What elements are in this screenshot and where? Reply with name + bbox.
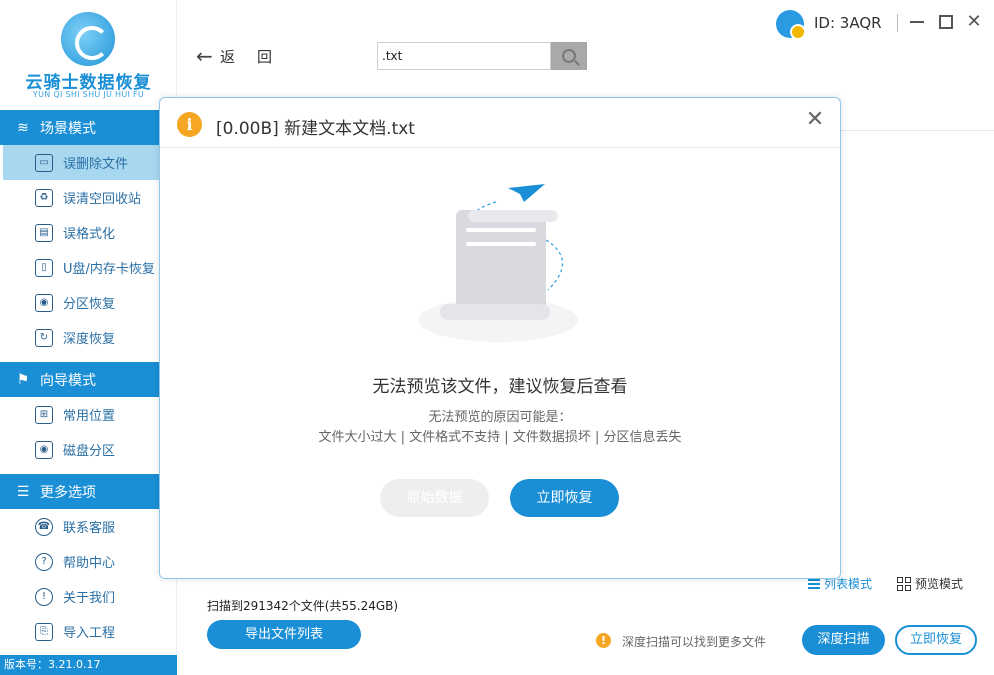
view-preview-toggle[interactable]: 预览模式	[897, 575, 963, 592]
help-icon: ?	[35, 552, 53, 571]
sidebar-item-label: 误格式化	[63, 227, 116, 242]
usb-drive-icon: ▯	[35, 258, 53, 277]
close-icon: ✕	[805, 107, 825, 132]
format-icon: ▤	[35, 223, 53, 242]
sidebar-item-format[interactable]: ▤ 误格式化	[3, 215, 177, 250]
import-icon: ⎘	[35, 622, 53, 641]
illustration-paper-top	[468, 210, 558, 222]
section-label: 向导模式	[40, 372, 96, 389]
section-label: 更多选项	[40, 484, 96, 501]
raw-data-button[interactable]: 原始数据	[380, 479, 489, 517]
sidebar-item-label: 关于我们	[63, 591, 116, 606]
paper-plane-icon	[508, 184, 545, 202]
close-window-button[interactable]: ✕	[963, 10, 985, 34]
sidebar-item-import[interactable]: ⎘ 导入工程	[3, 614, 177, 649]
partition-icon: ◉	[35, 293, 53, 312]
user-avatar[interactable]	[776, 10, 806, 40]
sidebar-item-common-location[interactable]: ⊞ 常用位置	[3, 397, 177, 432]
minimize-button[interactable]	[906, 10, 928, 34]
search-input[interactable]	[377, 42, 551, 70]
illustration-dash-right	[545, 239, 564, 291]
recover-now-button[interactable]: 立即恢复	[895, 625, 977, 655]
reason-list: 文件大小过大 | 文件格式不支持 | 文件数据损坏 | 分区信息丢失	[318, 430, 682, 445]
sidebar-item-label: 帮助中心	[63, 556, 116, 571]
illustration-scroll-bottom	[440, 304, 550, 320]
sidebar-item-partition[interactable]: ◉ 分区恢复	[3, 285, 177, 320]
view-preview-label: 预览模式	[915, 577, 964, 591]
search-icon	[562, 49, 576, 63]
dialog-title: [0.00B] 新建文本文档.txt	[216, 119, 415, 139]
preview-dialog: i [0.00B] 新建文本文档.txt ✕ 无法预览该文件，建议恢复后查看 无…	[159, 97, 841, 579]
sidebar-item-deep-recover[interactable]: ↻ 深度恢复	[3, 320, 177, 355]
support-icon: ☎	[35, 517, 53, 536]
logo: 云骑士数据恢复 YUN QI SHI SHU JU HUI FU	[0, 0, 177, 110]
close-icon: ✕	[966, 11, 982, 32]
sidebar-item-label: 误删除文件	[63, 157, 129, 172]
sidebar-item-label: 误清空回收站	[63, 192, 142, 207]
section-guide-mode: ⚑ 向导模式	[0, 362, 177, 397]
back-button[interactable]: 返回	[220, 46, 294, 67]
illustration-paper	[456, 210, 546, 312]
scene-icon: ≋	[17, 119, 29, 136]
list-view-icon	[808, 578, 820, 589]
sidebar-item-recycle-bin[interactable]: ♻ 误清空回收站	[3, 180, 177, 215]
sidebar-item-disk-partition[interactable]: ◉ 磁盘分区	[3, 432, 177, 467]
sidebar-item-label: 分区恢复	[63, 297, 116, 312]
sidebar-item-help[interactable]: ? 帮助中心	[3, 544, 177, 579]
section-scene-mode: ≋ 场景模式	[0, 110, 177, 145]
deleted-file-icon: ▭	[35, 153, 53, 172]
maximize-button[interactable]	[935, 10, 957, 34]
sidebar-item-support[interactable]: ☎ 联系客服	[3, 509, 177, 544]
info-icon: i	[177, 112, 202, 137]
illustration-line-2	[466, 242, 536, 246]
dialog-header: i [0.00B] 新建文本文档.txt ✕	[160, 98, 840, 148]
deep-scan-button[interactable]: 深度扫描	[802, 625, 885, 655]
recycle-bin-icon: ♻	[35, 188, 53, 207]
no-preview-message: 无法预览该文件，建议恢复后查看	[372, 377, 628, 397]
grid-view-icon	[897, 576, 911, 591]
scan-stats: 扫描到291342个文件(共55.24GB)	[207, 599, 399, 613]
sidebar-item-label: 联系客服	[63, 521, 116, 536]
sidebar-item-deleted-file[interactable]: ▭ 误删除文件	[3, 145, 177, 180]
export-file-list-button[interactable]: 导出文件列表	[207, 620, 361, 649]
deep-recover-icon: ↻	[35, 328, 53, 347]
common-location-icon: ⊞	[35, 405, 53, 424]
sidebar-item-usb[interactable]: ▯ U盘/内存卡恢复	[3, 250, 177, 285]
illustration-line-1	[466, 228, 536, 232]
about-icon: !	[35, 587, 53, 606]
sidebar-item-label: 磁盘分区	[63, 444, 116, 459]
logo-icon	[61, 12, 115, 66]
disk-partition-icon: ◉	[35, 440, 53, 459]
sidebar-item-label: 常用位置	[63, 409, 116, 424]
sidebar-item-about[interactable]: ! 关于我们	[3, 579, 177, 614]
window-separator	[897, 14, 898, 32]
dialog-recover-now-button[interactable]: 立即恢复	[510, 479, 619, 517]
guide-icon: ⚑	[16, 371, 30, 388]
sidebar-item-label: 导入工程	[63, 626, 116, 641]
minimize-icon	[910, 21, 924, 23]
document-illustration-icon	[418, 184, 578, 342]
reason-title: 无法预览的原因可能是：	[428, 410, 572, 425]
version-label: 版本号：3.21.0.17	[0, 655, 177, 675]
user-id: ID: 3AQR	[814, 14, 882, 32]
section-label: 场景模式	[40, 120, 96, 137]
logo-subtitle: YUN QI SHI SHU JU HUI FU	[32, 90, 145, 99]
back-arrow-icon[interactable]: ←	[196, 44, 213, 68]
dialog-close-button[interactable]: ✕	[803, 108, 827, 132]
warning-icon: !	[596, 633, 611, 648]
menu-icon: ☰	[16, 483, 30, 500]
maximize-icon	[939, 15, 953, 29]
sidebar: 云骑士数据恢复 YUN QI SHI SHU JU HUI FU ≋ 场景模式 …	[0, 0, 177, 675]
sidebar-item-label: 深度恢复	[63, 332, 116, 347]
section-more-options: ☰ 更多选项	[0, 474, 177, 509]
deep-scan-hint: 深度扫描可以找到更多文件	[622, 635, 767, 649]
sidebar-item-label: U盘/内存卡恢复	[63, 262, 155, 277]
search-button[interactable]	[551, 42, 587, 70]
